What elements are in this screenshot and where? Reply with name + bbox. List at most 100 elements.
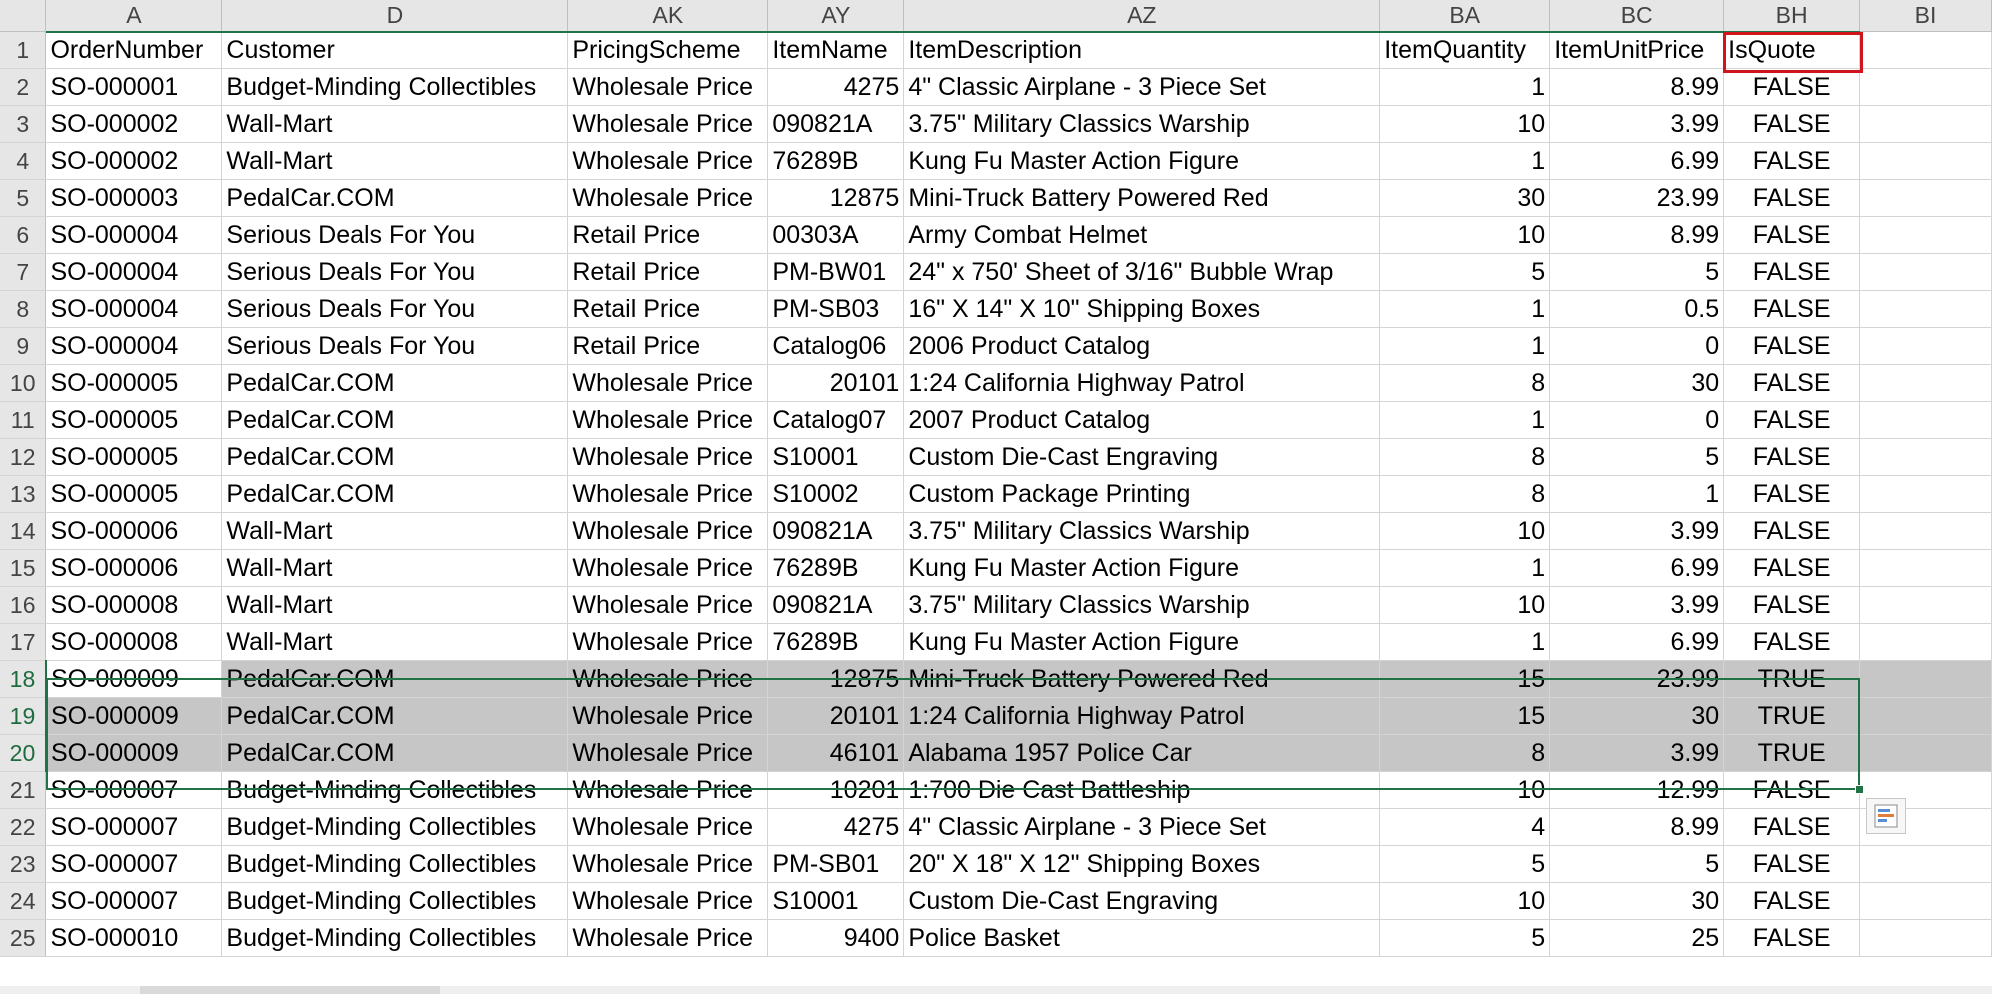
cell[interactable] bbox=[1859, 179, 1992, 217]
row-header[interactable]: 15 bbox=[0, 549, 47, 587]
row-header[interactable]: 2 bbox=[0, 68, 47, 106]
cell[interactable]: FALSE bbox=[1723, 401, 1861, 439]
cell[interactable]: 3.99 bbox=[1549, 512, 1725, 550]
cell[interactable]: Alabama 1957 Police Car bbox=[903, 734, 1381, 772]
cell[interactable]: 10 bbox=[1379, 771, 1551, 809]
cell[interactable] bbox=[1859, 660, 1992, 698]
cell[interactable]: 3.99 bbox=[1549, 586, 1725, 624]
cell[interactable] bbox=[1859, 438, 1992, 476]
row-header[interactable]: 8 bbox=[0, 290, 47, 328]
cell[interactable]: SO-000004 bbox=[45, 216, 223, 254]
cell[interactable]: 15 bbox=[1379, 660, 1551, 698]
cell[interactable]: 5 bbox=[1379, 845, 1551, 883]
row-header[interactable]: 13 bbox=[0, 475, 47, 513]
cell[interactable]: 12875 bbox=[767, 660, 905, 698]
cell[interactable]: S10001 bbox=[767, 882, 905, 920]
column-header[interactable]: BI bbox=[1859, 0, 1992, 32]
column-header[interactable]: BA bbox=[1379, 0, 1551, 32]
cell[interactable]: FALSE bbox=[1723, 364, 1861, 402]
cell[interactable]: 3.75" Military Classics Warship bbox=[903, 586, 1381, 624]
cell[interactable]: SO-000009 bbox=[45, 697, 223, 735]
cell[interactable]: SO-000007 bbox=[45, 882, 223, 920]
row-header[interactable]: 6 bbox=[0, 216, 47, 254]
cell[interactable]: 00303A bbox=[767, 216, 905, 254]
cell[interactable]: PM-SB03 bbox=[767, 290, 905, 328]
cell[interactable]: 5 bbox=[1549, 438, 1725, 476]
cell[interactable]: FALSE bbox=[1723, 216, 1861, 254]
cell[interactable]: Retail Price bbox=[567, 290, 769, 328]
cell[interactable]: Budget-Minding Collectibles bbox=[221, 845, 569, 883]
row-header[interactable]: 17 bbox=[0, 623, 47, 661]
cell[interactable]: SO-000006 bbox=[45, 549, 223, 587]
cell[interactable] bbox=[1859, 253, 1992, 291]
row-header[interactable]: 21 bbox=[0, 771, 47, 809]
cell[interactable]: PedalCar.COM bbox=[221, 438, 569, 476]
cell[interactable]: FALSE bbox=[1723, 253, 1861, 291]
cell[interactable]: 1 bbox=[1549, 475, 1725, 513]
cell[interactable]: ItemName bbox=[767, 31, 905, 69]
cell[interactable]: 1 bbox=[1379, 68, 1551, 106]
cell[interactable]: 8.99 bbox=[1549, 68, 1725, 106]
cell[interactable]: Wall-Mart bbox=[221, 549, 569, 587]
cell[interactable] bbox=[1859, 68, 1992, 106]
cell[interactable]: 1 bbox=[1379, 549, 1551, 587]
horizontal-scrollbar[interactable] bbox=[0, 986, 1992, 994]
cell[interactable]: ItemUnitPrice bbox=[1549, 31, 1725, 69]
cell[interactable]: Wholesale Price bbox=[567, 660, 769, 698]
cell[interactable]: SO-000007 bbox=[45, 808, 223, 846]
cell[interactable]: Kung Fu Master Action Figure bbox=[903, 623, 1381, 661]
cell[interactable]: Kung Fu Master Action Figure bbox=[903, 549, 1381, 587]
cell[interactable] bbox=[1859, 142, 1992, 180]
quick-analysis-icon[interactable] bbox=[1866, 798, 1906, 834]
cell[interactable]: Wholesale Price bbox=[567, 475, 769, 513]
cell[interactable] bbox=[1859, 216, 1992, 254]
cell[interactable]: Wholesale Price bbox=[567, 882, 769, 920]
cell[interactable]: 4" Classic Airplane - 3 Piece Set bbox=[903, 808, 1381, 846]
cell[interactable]: SO-000003 bbox=[45, 179, 223, 217]
cell[interactable]: PedalCar.COM bbox=[221, 179, 569, 217]
cell[interactable] bbox=[1859, 882, 1992, 920]
cell[interactable]: 5 bbox=[1379, 919, 1551, 957]
row-header[interactable]: 22 bbox=[0, 808, 47, 846]
cell[interactable]: 20101 bbox=[767, 697, 905, 735]
cell[interactable]: FALSE bbox=[1723, 882, 1861, 920]
cell[interactable]: Wholesale Price bbox=[567, 586, 769, 624]
cell[interactable]: Custom Package Printing bbox=[903, 475, 1381, 513]
cell[interactable]: 090821A bbox=[767, 512, 905, 550]
cell[interactable]: 9400 bbox=[767, 919, 905, 957]
row-header[interactable]: 10 bbox=[0, 364, 47, 402]
cell[interactable]: 12.99 bbox=[1549, 771, 1725, 809]
cell[interactable]: 3.75" Military Classics Warship bbox=[903, 105, 1381, 143]
cell[interactable] bbox=[1859, 623, 1992, 661]
cell[interactable]: 8 bbox=[1379, 475, 1551, 513]
cell[interactable]: Wholesale Price bbox=[567, 771, 769, 809]
cell[interactable]: 8 bbox=[1379, 734, 1551, 772]
cell[interactable]: 1 bbox=[1379, 142, 1551, 180]
cell[interactable]: Wall-Mart bbox=[221, 623, 569, 661]
cell[interactable]: Custom Die-Cast Engraving bbox=[903, 438, 1381, 476]
cell[interactable]: Mini-Truck Battery Powered Red bbox=[903, 660, 1381, 698]
cell[interactable] bbox=[1859, 734, 1992, 772]
cell[interactable]: 1 bbox=[1379, 401, 1551, 439]
cell[interactable]: Wholesale Price bbox=[567, 401, 769, 439]
cell[interactable]: ItemDescription bbox=[903, 31, 1381, 69]
cell[interactable]: 16" X 14" X 10" Shipping Boxes bbox=[903, 290, 1381, 328]
cell[interactable]: 46101 bbox=[767, 734, 905, 772]
cell[interactable]: Retail Price bbox=[567, 216, 769, 254]
cell[interactable]: 3.99 bbox=[1549, 105, 1725, 143]
cell[interactable]: TRUE bbox=[1723, 660, 1861, 698]
row-header[interactable]: 20 bbox=[0, 734, 47, 772]
cell[interactable]: SO-000005 bbox=[45, 475, 223, 513]
cell[interactable] bbox=[1859, 364, 1992, 402]
cell[interactable] bbox=[1859, 845, 1992, 883]
row-header[interactable]: 3 bbox=[0, 105, 47, 143]
cell[interactable]: 6.99 bbox=[1549, 142, 1725, 180]
cell[interactable] bbox=[1859, 586, 1992, 624]
cell[interactable]: PedalCar.COM bbox=[221, 401, 569, 439]
cell[interactable]: 6.99 bbox=[1549, 549, 1725, 587]
cell[interactable]: PricingScheme bbox=[567, 31, 769, 69]
cell[interactable]: Wall-Mart bbox=[221, 586, 569, 624]
column-header[interactable]: AY bbox=[767, 0, 905, 32]
cell[interactable]: Wholesale Price bbox=[567, 68, 769, 106]
row-header[interactable]: 14 bbox=[0, 512, 47, 550]
